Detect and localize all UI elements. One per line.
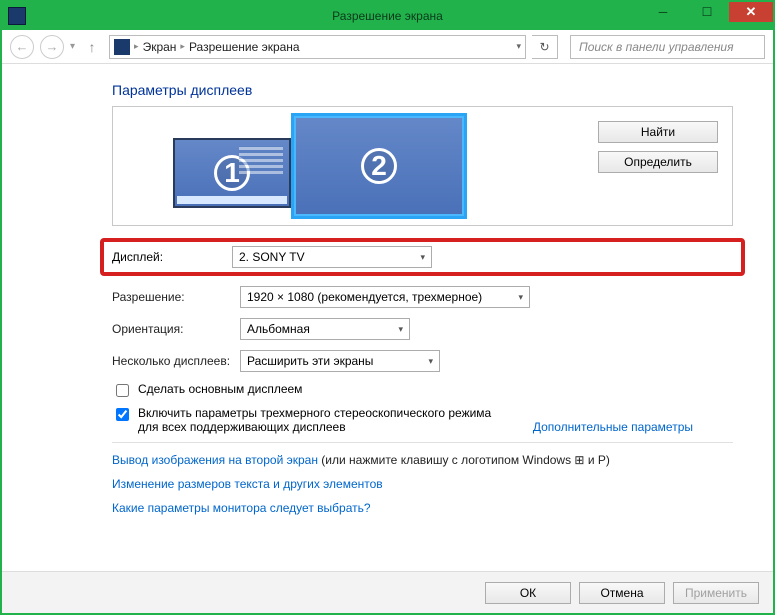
display-select-value: 2. SONY TV	[239, 250, 305, 264]
titlebar: Разрешение экрана ─ ☐ ✕	[2, 2, 773, 30]
apply-button[interactable]: Применить	[673, 582, 759, 604]
address-icon	[114, 39, 130, 55]
chevron-down-icon: ▾	[398, 324, 403, 335]
orientation-label: Ориентация:	[112, 322, 240, 336]
close-button[interactable]: ✕	[729, 2, 773, 22]
make-main-row: Сделать основным дисплеем	[112, 382, 733, 400]
display-preview-panel: 1 2 Найти Определить	[112, 106, 733, 226]
refresh-button[interactable]: ↻	[532, 35, 558, 59]
preview-side-buttons: Найти Определить	[598, 121, 718, 173]
search-input[interactable]	[577, 39, 758, 55]
address-bar[interactable]: ▸ Экран ▸ Разрешение экрана ▾	[109, 35, 526, 59]
cancel-button[interactable]: Отмена	[579, 582, 665, 604]
stereo-row: Включить параметры трехмерного стереоско…	[112, 406, 733, 434]
orientation-value: Альбомная	[247, 322, 310, 336]
resolution-value: 1920 × 1080 (рекомендуется, трехмерное)	[247, 290, 482, 304]
monitor-layout[interactable]: 1 2	[173, 113, 467, 219]
display-label: Дисплей:	[112, 250, 232, 264]
system-icon	[8, 7, 26, 25]
display-select-row: Дисплей: 2. SONY TV ▾	[100, 238, 745, 276]
breadcrumb-sep: ▸	[180, 41, 185, 52]
ok-button[interactable]: ОК	[485, 582, 571, 604]
breadcrumb-sep: ▸	[134, 41, 139, 52]
back-button[interactable]: ←	[10, 35, 34, 59]
history-dropdown-icon[interactable]: ▾	[70, 41, 75, 52]
up-button[interactable]: ↑	[81, 36, 103, 58]
resolution-select[interactable]: 1920 × 1080 (рекомендуется, трехмерное) …	[240, 286, 530, 308]
multi-display-select[interactable]: Расширить эти экраны ▾	[240, 350, 440, 372]
find-button[interactable]: Найти	[598, 121, 718, 143]
resolution-row: Разрешение: 1920 × 1080 (рекомендуется, …	[112, 286, 733, 308]
project-link-suffix: (или нажмите клавишу с логотипом Windows…	[318, 453, 610, 467]
breadcrumb-item[interactable]: Экран	[143, 40, 177, 54]
detect-button[interactable]: Определить	[598, 151, 718, 173]
chevron-down-icon: ▾	[420, 252, 425, 263]
stereo-label: Включить параметры трехмерного стереоско…	[138, 406, 508, 434]
separator	[112, 442, 733, 443]
multi-display-value: Расширить эти экраны	[247, 354, 373, 368]
advanced-settings-link[interactable]: Дополнительные параметры	[533, 420, 693, 434]
dialog-footer: ОК Отмена Применить	[2, 571, 773, 613]
monitor-number: 2	[361, 148, 397, 184]
monitor-2[interactable]: 2	[291, 113, 467, 219]
taskbar-icon	[177, 196, 287, 204]
window-controls: ─ ☐ ✕	[641, 2, 773, 30]
maximize-button[interactable]: ☐	[685, 2, 729, 22]
content-area: Параметры дисплеев 1 2 Найти	[2, 64, 773, 571]
display-select[interactable]: 2. SONY TV ▾	[232, 246, 432, 268]
orientation-row: Ориентация: Альбомная ▾	[112, 318, 733, 340]
page-title: Параметры дисплеев	[112, 82, 733, 98]
window-frame: Разрешение экрана ─ ☐ ✕ ← → ▾ ↑ ▸ Экран …	[0, 0, 775, 615]
multi-display-label: Несколько дисплеев:	[112, 354, 240, 368]
wallpaper-icon	[239, 146, 283, 174]
chevron-down-icon: ▾	[428, 356, 433, 367]
make-main-checkbox[interactable]	[116, 384, 129, 397]
nav-toolbar: ← → ▾ ↑ ▸ Экран ▸ Разрешение экрана ▾ ↻	[2, 30, 773, 64]
forward-button[interactable]: →	[40, 35, 64, 59]
project-link-row: Вывод изображения на второй экран (или н…	[112, 453, 733, 467]
monitor-1[interactable]: 1	[173, 138, 291, 208]
which-link-row: Какие параметры монитора следует выбрать…	[112, 501, 733, 515]
which-settings-link[interactable]: Какие параметры монитора следует выбрать…	[112, 501, 371, 515]
minimize-button[interactable]: ─	[641, 2, 685, 22]
multi-display-row: Несколько дисплеев: Расширить эти экраны…	[112, 350, 733, 372]
make-main-label: Сделать основным дисплеем	[138, 382, 302, 396]
textsize-link[interactable]: Изменение размеров текста и других элеме…	[112, 477, 383, 491]
breadcrumb-item[interactable]: Разрешение экрана	[189, 40, 300, 54]
search-box[interactable]	[570, 35, 765, 59]
project-link[interactable]: Вывод изображения на второй экран	[112, 453, 318, 467]
chevron-down-icon: ▾	[518, 292, 523, 303]
address-dropdown-icon[interactable]: ▾	[516, 41, 521, 52]
resolution-label: Разрешение:	[112, 290, 240, 304]
orientation-select[interactable]: Альбомная ▾	[240, 318, 410, 340]
stereo-checkbox[interactable]	[116, 408, 129, 421]
textsize-link-row: Изменение размеров текста и других элеме…	[112, 477, 733, 491]
